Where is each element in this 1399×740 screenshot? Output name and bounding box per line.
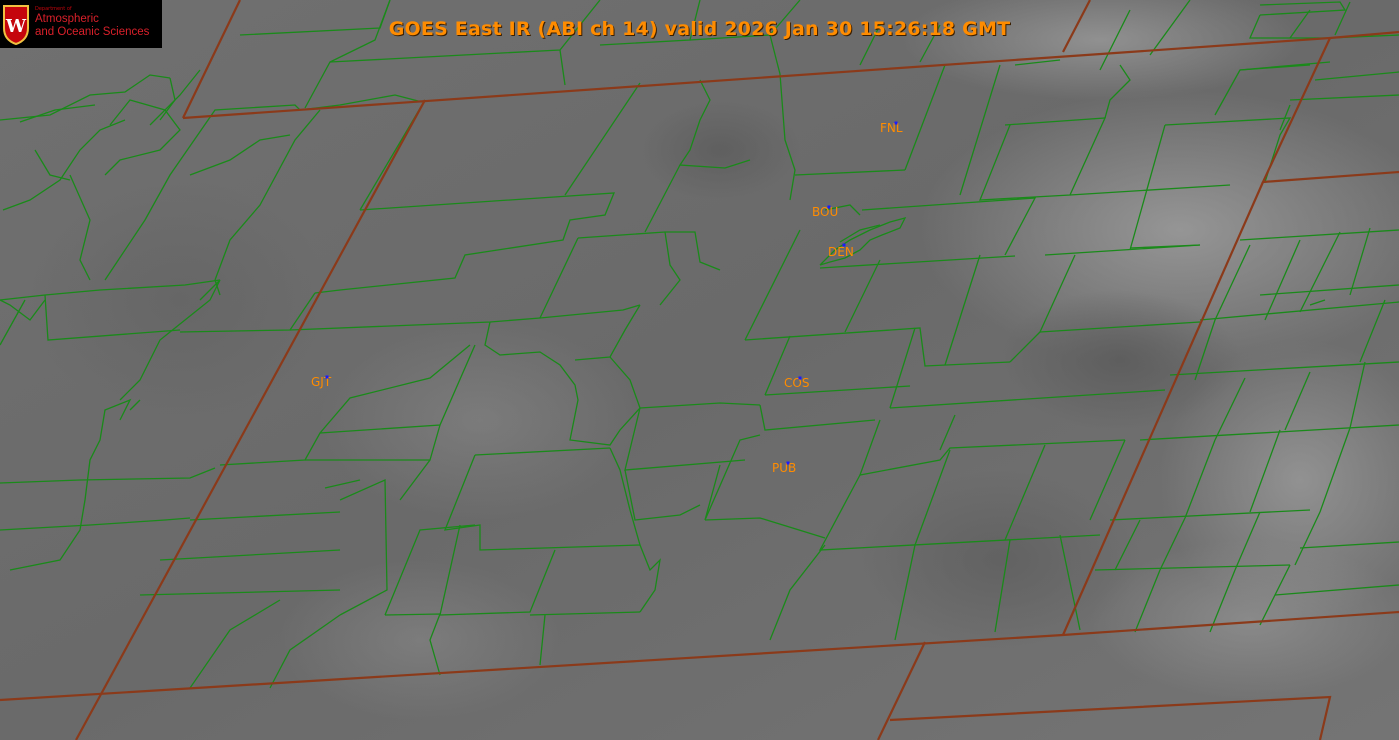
station-bou: BOU <box>812 205 838 219</box>
satellite-map-view: FNL BOU DEN GJT COS PUB W Department of Atmos… <box>0 0 1399 740</box>
station-gjt: GJT <box>311 375 332 389</box>
station-dot <box>786 461 790 465</box>
logo-department-text: Department of <box>35 6 72 12</box>
map-title: GOES East IR (ABI ch 14) valid 2026 Jan … <box>388 18 1011 40</box>
station-dot <box>325 375 329 379</box>
station-cos: COS <box>784 376 809 390</box>
station-label: FNL <box>880 121 903 135</box>
station-pub: PUB <box>772 461 796 475</box>
station-label: GJT <box>311 375 332 389</box>
ir-imagery-layer <box>0 0 1399 740</box>
station-den: DEN <box>828 243 854 259</box>
ir-satellite-map: FNL BOU DEN GJT COS PUB <box>0 0 1399 740</box>
station-label: COS <box>784 376 809 390</box>
station-dot <box>827 205 831 209</box>
station-dot <box>798 376 802 380</box>
station-dot <box>894 121 898 125</box>
station-fnl: FNL <box>880 121 903 135</box>
station-dot <box>842 243 846 247</box>
station-label: BOU <box>812 205 838 219</box>
station-label: PUB <box>772 461 796 475</box>
station-label: DEN <box>828 245 854 259</box>
